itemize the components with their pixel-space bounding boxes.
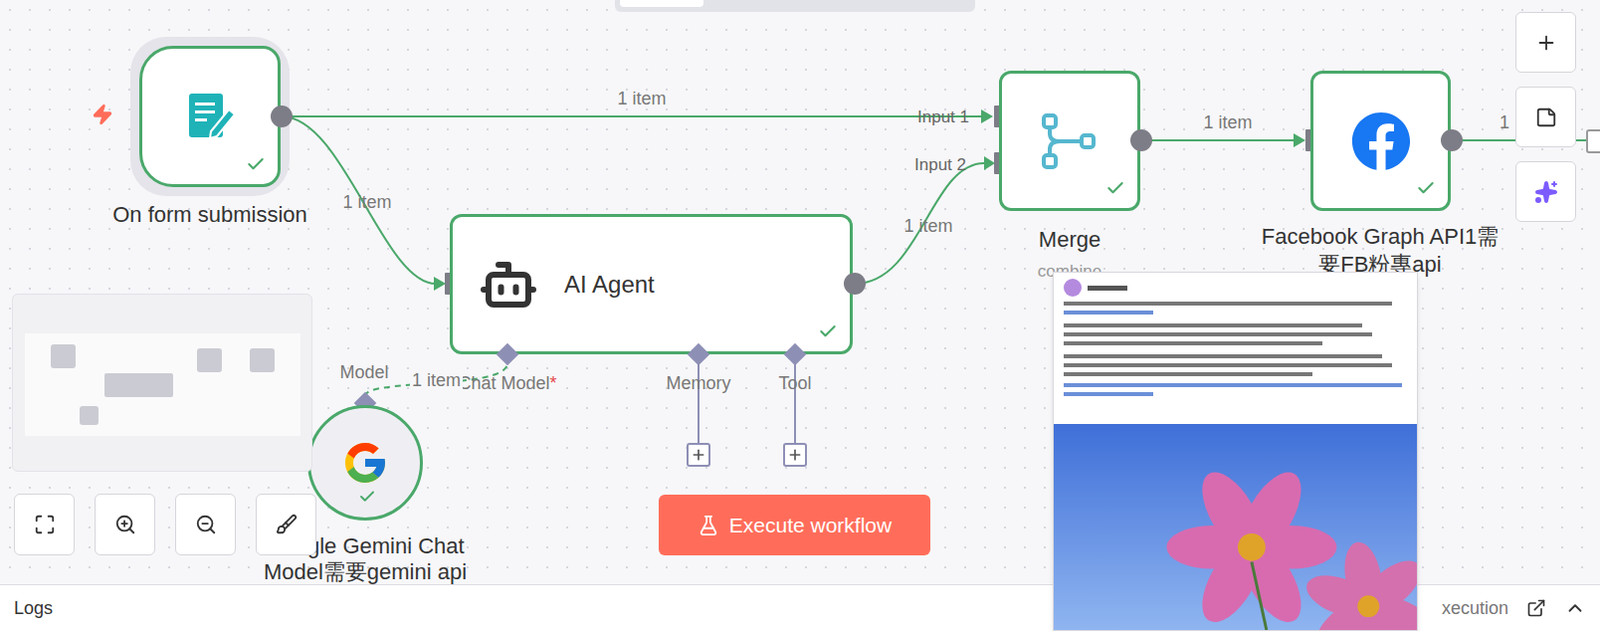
- plus-icon: [787, 446, 803, 463]
- execution-label[interactable]: xecution: [1441, 595, 1509, 622]
- facebook-node-label: Facebook Graph API1需要FB粉專api: [1261, 222, 1499, 279]
- post-preview-author: [1063, 278, 1407, 297]
- edge-label: 1 item: [903, 212, 953, 240]
- minimap-viewport: [24, 333, 301, 436]
- text-bar: [1063, 392, 1154, 397]
- edge-label: 1 item: [409, 367, 463, 395]
- robot-icon: [478, 254, 539, 315]
- label-line: Model需要gemini api: [263, 559, 467, 586]
- post-preview-image: [1052, 271, 1418, 631]
- edge-label: 1: [1499, 109, 1510, 137]
- top-tab-active[interactable]: [619, 0, 704, 7]
- text-bar: [1063, 354, 1383, 359]
- merge-input-label: Input 1: [917, 104, 970, 131]
- executed-check-icon: [817, 321, 838, 342]
- open-external-icon[interactable]: [1526, 598, 1547, 618]
- plus-icon: [1535, 31, 1558, 54]
- zoom-in-icon: [114, 513, 137, 536]
- flask-icon: [697, 514, 720, 537]
- executed-check-icon: [358, 487, 377, 506]
- text-bar: [1063, 332, 1373, 337]
- minimap-node: [50, 344, 76, 369]
- merge-input-label: Input 2: [914, 152, 967, 179]
- add-sub-node-button[interactable]: [783, 442, 807, 467]
- text-bar: [1063, 323, 1363, 328]
- minimap-node: [79, 405, 99, 425]
- zoom-control-button[interactable]: [255, 493, 317, 556]
- canvas-toolbar: [1515, 11, 1577, 222]
- executed-check-icon: [1105, 178, 1126, 199]
- form-node[interactable]: [139, 45, 281, 188]
- trigger-icon: [91, 103, 114, 126]
- agent-port-label: Memory: [665, 370, 731, 398]
- zoom-control-button[interactable]: [13, 493, 75, 556]
- logs-actions: xecution: [1441, 595, 1587, 622]
- text-bar: [1063, 341, 1323, 346]
- minimap-node: [197, 348, 222, 373]
- top-tab-bar: [614, 0, 976, 12]
- text-bar: [1063, 372, 1313, 377]
- fit-view-icon: [33, 513, 56, 536]
- form-icon: [181, 87, 239, 146]
- toolbar-button[interactable]: [1515, 161, 1577, 222]
- edge-label: 1 item: [1202, 109, 1252, 137]
- agent-port-label: Tool: [778, 370, 811, 398]
- toolbar-button[interactable]: [1515, 86, 1577, 148]
- edge-label: 1 item: [616, 85, 666, 113]
- sparkles-icon: [1534, 180, 1559, 204]
- text-bar: [1063, 301, 1393, 306]
- facebook-logo-icon: [1351, 111, 1411, 172]
- google-logo-icon: [341, 438, 390, 487]
- text-bar: [1063, 363, 1393, 368]
- merge-node[interactable]: [999, 70, 1141, 211]
- post-preview-photo: [1053, 423, 1417, 630]
- execute-workflow-label: Execute workflow: [729, 509, 892, 542]
- executed-check-icon: [1415, 178, 1436, 199]
- minimap[interactable]: [11, 293, 313, 472]
- zoom-control-button[interactable]: [94, 493, 156, 556]
- agent-port-label: Chat Model*: [457, 370, 557, 398]
- edge-label: 1 item: [342, 189, 392, 216]
- avatar-shape: [1063, 278, 1082, 297]
- chevron-up-icon[interactable]: [1564, 597, 1587, 619]
- execute-workflow-button[interactable]: Execute workflow: [658, 494, 931, 556]
- required-mark: *: [550, 373, 558, 394]
- zoom-out-icon: [195, 513, 217, 536]
- merge-icon: [1037, 109, 1102, 174]
- plus-icon: [690, 446, 707, 463]
- zoom-control-button[interactable]: [175, 493, 236, 556]
- executed-check-icon: [245, 154, 266, 175]
- sticky-note-icon: [1535, 106, 1558, 129]
- zoom-controls: [13, 493, 317, 556]
- logs-title: Logs: [13, 595, 53, 622]
- flower-photo: [1053, 423, 1417, 630]
- post-preview-header: [1053, 272, 1417, 424]
- toolbar-button[interactable]: [1515, 11, 1577, 73]
- add-sub-node-button[interactable]: [686, 442, 711, 467]
- label-line: Facebook Graph API1需: [1261, 222, 1499, 251]
- gemini-port-label: Model: [339, 359, 389, 387]
- merge-node-label: Merge: [1038, 222, 1101, 256]
- form-node-label: On form submission: [112, 198, 308, 231]
- author-bar: [1087, 285, 1128, 291]
- text-bar: [1063, 310, 1154, 315]
- text-bar: [1063, 383, 1402, 388]
- agent-node-label: AI Agent: [564, 266, 655, 303]
- minimap-node: [104, 373, 174, 398]
- agent-node[interactable]: AI Agent: [449, 213, 853, 355]
- gemini-node[interactable]: [307, 404, 423, 521]
- minimap-node: [249, 348, 275, 373]
- workflow-editor: On form submission AI Agent Chat Model* Mem…: [0, 0, 1600, 631]
- tidy-up-icon: [275, 513, 298, 536]
- facebook-node[interactable]: [1310, 70, 1451, 211]
- next-node-stub[interactable]: [1586, 129, 1600, 154]
